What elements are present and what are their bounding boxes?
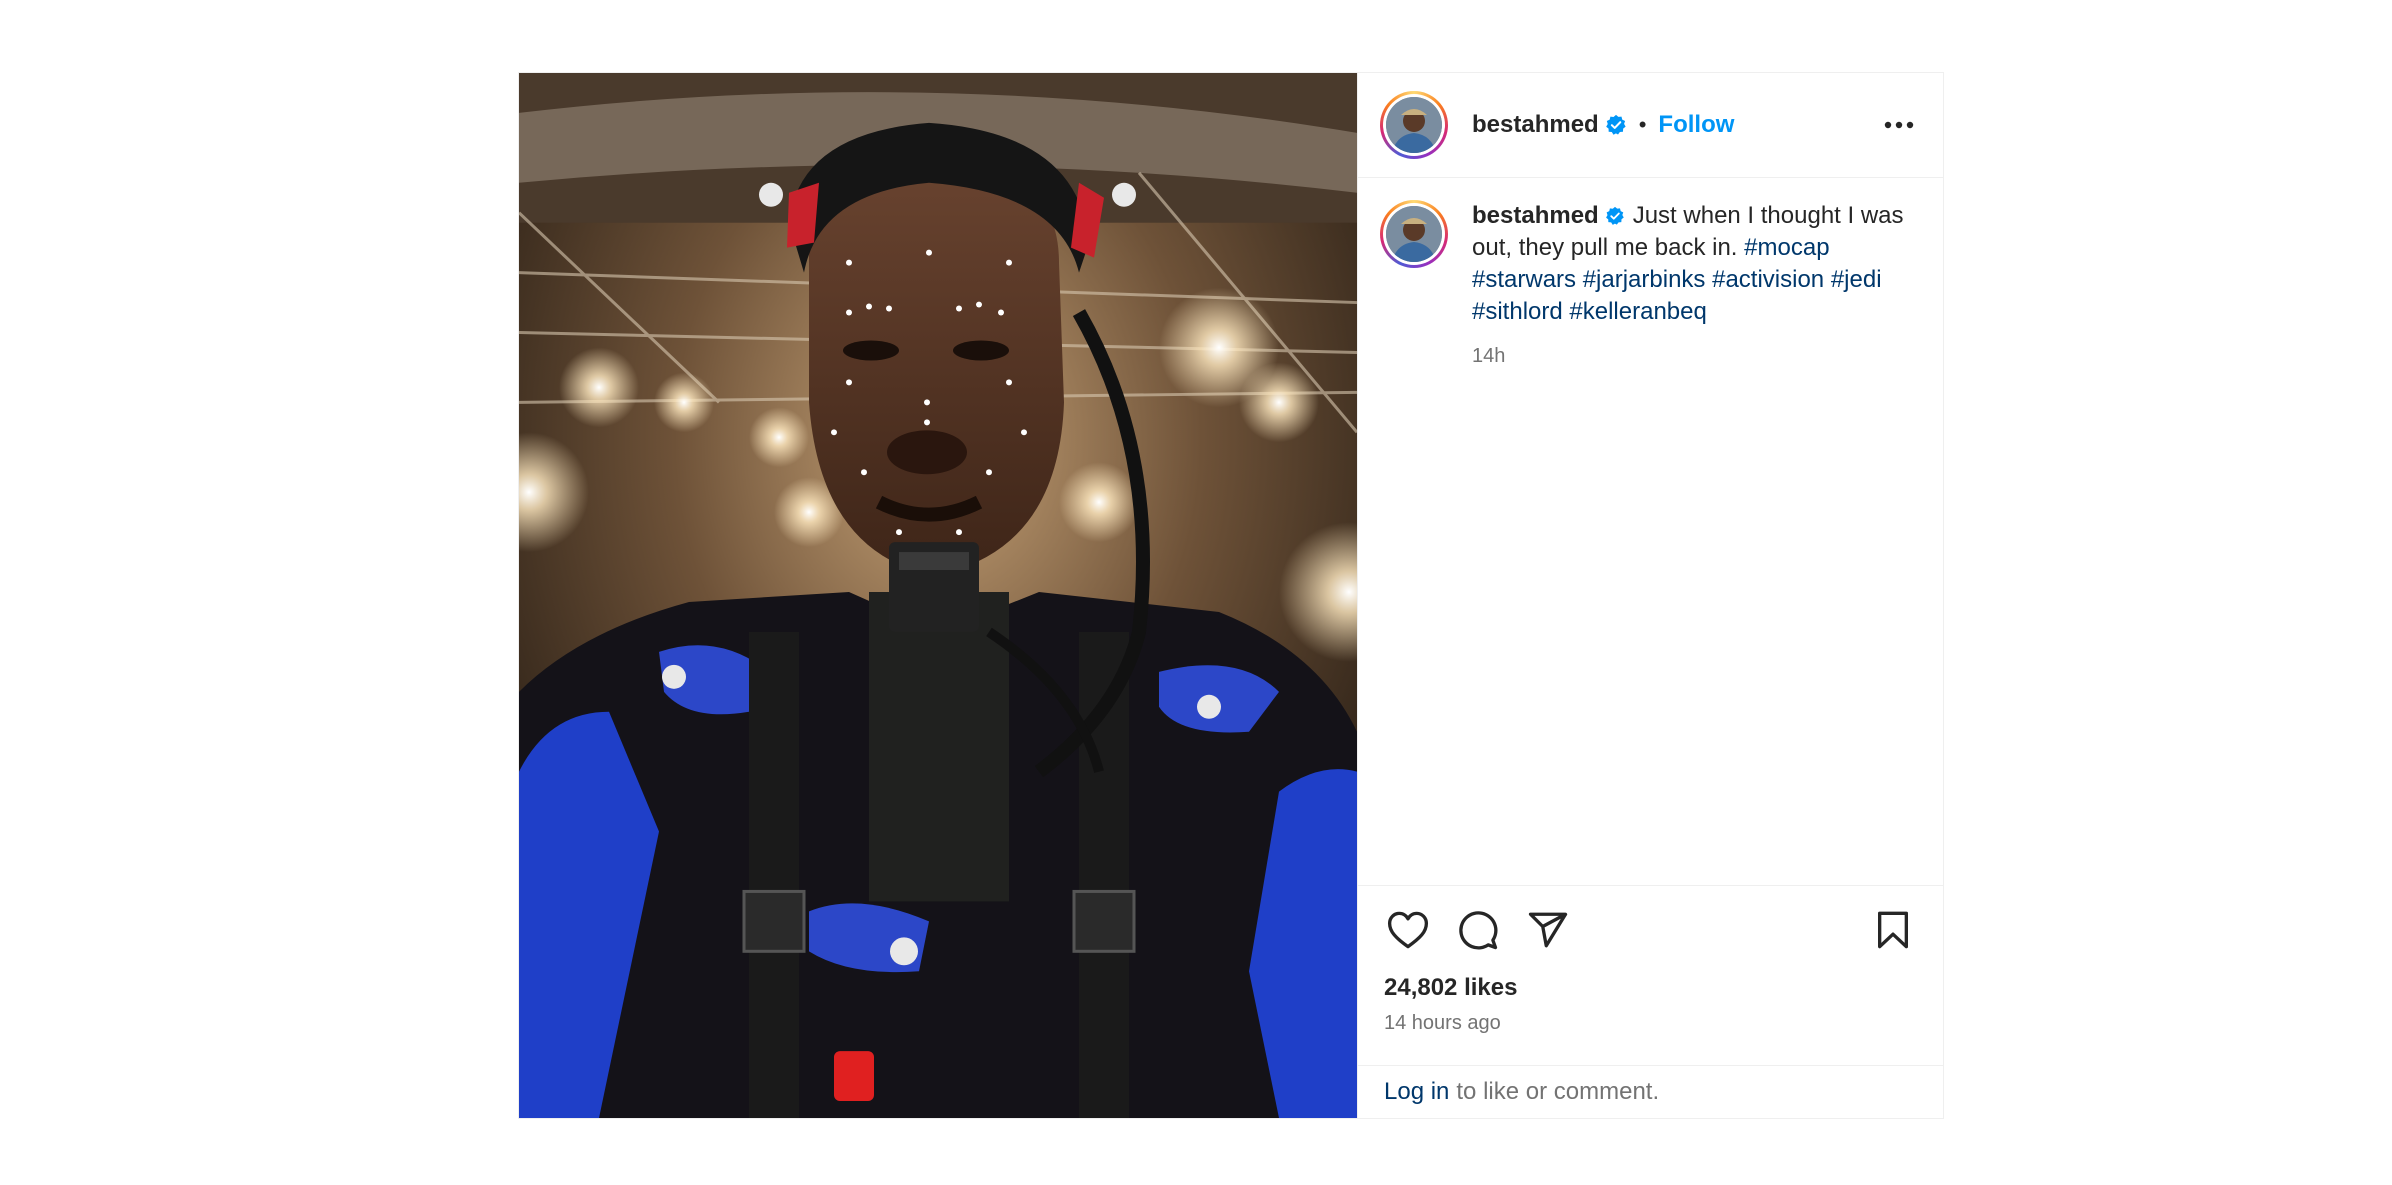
login-prompt: Log in to like or comment. [1358, 1065, 1943, 1118]
header-username[interactable]: bestahmed [1472, 111, 1599, 139]
bookmark-icon [1877, 911, 1908, 949]
hashtag-link[interactable]: #starwars [1472, 266, 1576, 293]
avatar-photo [1386, 97, 1442, 153]
hashtag-link[interactable]: #sithlord [1472, 298, 1563, 325]
hashtag-link[interactable]: #jarjarbinks [1583, 266, 1706, 293]
hashtag-link[interactable]: #kelleranbeq [1569, 298, 1706, 325]
post-photo[interactable] [519, 73, 1357, 1118]
login-link[interactable]: Log in [1384, 1078, 1449, 1106]
post-sidebar: bestahmed • Follow bestahmed Just when I… [1357, 73, 1943, 1118]
login-prompt-text: to like or comment. [1456, 1078, 1660, 1105]
caption-age[interactable]: 14h [1472, 340, 1919, 372]
verified-icon [1605, 206, 1624, 225]
action-bar [1384, 906, 1917, 954]
separator-dot: • [1638, 112, 1647, 137]
caption-section: bestahmed Just when I thought I was out,… [1358, 178, 1943, 885]
caption-avatar[interactable] [1380, 200, 1448, 268]
hashtag-link[interactable]: #jedi [1831, 266, 1882, 293]
comment-icon [1459, 911, 1498, 950]
share-button[interactable] [1524, 906, 1572, 954]
follow-button[interactable]: Follow [1658, 111, 1734, 139]
verified-icon [1605, 114, 1626, 135]
avatar-photo [1386, 206, 1442, 262]
action-section: 24,802 likes 14 hours ago [1358, 885, 1943, 1065]
like-button[interactable] [1384, 906, 1432, 954]
heart-icon [1387, 911, 1429, 949]
share-icon [1528, 912, 1568, 948]
avatar[interactable] [1380, 91, 1448, 159]
hashtag-link[interactable]: #mocap [1744, 234, 1829, 261]
hashtag-link[interactable]: #activision [1712, 266, 1824, 293]
mocap-selfie-image [519, 73, 1357, 1118]
caption: bestahmed Just when I thought I was out,… [1472, 200, 1919, 372]
post-timestamp[interactable]: 14 hours ago [1384, 1012, 1917, 1035]
caption-username[interactable]: bestahmed [1472, 202, 1599, 229]
more-options-icon [1884, 121, 1914, 129]
comment-button[interactable] [1454, 906, 1502, 954]
post-header: bestahmed • Follow [1358, 73, 1943, 178]
instagram-post: bestahmed • Follow bestahmed Just when I… [518, 72, 1944, 1119]
save-button[interactable] [1869, 906, 1917, 954]
likes-count[interactable]: 24,802 likes [1384, 974, 1917, 1002]
more-options-button[interactable] [1879, 105, 1919, 145]
